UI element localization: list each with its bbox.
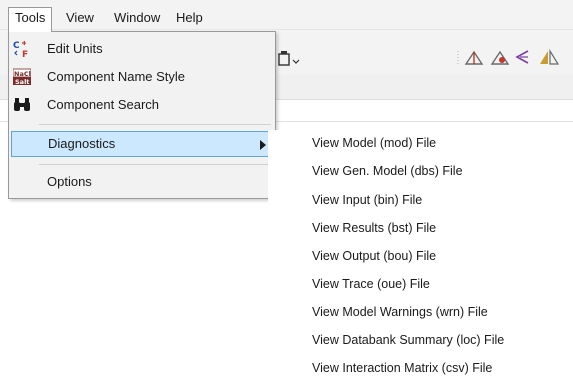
- menu-separator: [39, 164, 271, 165]
- svg-text:C: C: [13, 41, 20, 51]
- submenu-item-view-output-file[interactable]: View Output (bou) File: [312, 243, 436, 270]
- svg-text:Salt: Salt: [15, 78, 29, 86]
- binoculars-icon: [13, 96, 31, 114]
- submenu-item-view-databank-summary-file[interactable]: View Databank Summary (loc) File: [312, 327, 504, 354]
- submenu-item-view-model-warnings-file[interactable]: View Model Warnings (wrn) File: [312, 299, 488, 326]
- submenu-item-view-results-file[interactable]: View Results (bst) File: [312, 215, 436, 242]
- submenu-item-view-input-file[interactable]: View Input (bin) File: [312, 187, 422, 214]
- menu-item-options[interactable]: Options: [9, 169, 275, 195]
- submenu-arrow-icon: [260, 140, 266, 150]
- submenu-item-view-model-file[interactable]: View Model (mod) File: [312, 130, 436, 157]
- menu-window[interactable]: Window: [108, 8, 166, 28]
- menu-item-label: Component Search: [47, 97, 160, 112]
- menu-item-diagnostics[interactable]: Diagnostics: [11, 131, 273, 157]
- menu-item-edit-units[interactable]: C F Edit Units: [9, 36, 275, 62]
- menu-view[interactable]: View: [60, 8, 100, 28]
- svg-text:F: F: [22, 50, 28, 58]
- submenu-item-view-interaction-matrix-file[interactable]: View Interaction Matrix (csv) File: [312, 355, 492, 378]
- tools-menu: C F Edit Units NaCl Salt Component Name …: [8, 31, 276, 199]
- menu-tools[interactable]: Tools: [8, 7, 53, 32]
- submenu-item-view-trace-file[interactable]: View Trace (oue) File: [312, 271, 430, 298]
- triangle-icon[interactable]: [538, 48, 560, 70]
- valve-icon[interactable]: [514, 48, 532, 70]
- menu-separator: [39, 124, 271, 125]
- menu-item-label: Edit Units: [47, 41, 103, 56]
- menu-item-component-name-style[interactable]: NaCl Salt Component Name Style: [9, 64, 275, 90]
- name-style-icon: NaCl Salt: [12, 68, 32, 86]
- menu-help[interactable]: Help: [170, 8, 209, 28]
- edit-units-icon: C F: [13, 40, 31, 60]
- submenu-item-view-gen-model-file[interactable]: View Gen. Model (dbs) File: [312, 158, 463, 185]
- pressure-relief-icon[interactable]: [464, 48, 484, 70]
- menu-item-label: Diagnostics: [48, 136, 116, 151]
- menu-bar: Tools View Window Help: [0, 0, 573, 32]
- diagnostics-submenu: View Model (mod) File View Gen. Model (d…: [268, 130, 573, 378]
- toolbar-separator: [456, 50, 460, 72]
- svg-text:NaCl: NaCl: [14, 70, 31, 78]
- menu-item-label: Options: [47, 174, 92, 189]
- menu-item-component-search[interactable]: Component Search: [9, 92, 275, 118]
- copy-icon[interactable]: [278, 50, 300, 72]
- menu-item-label: Component Name Style: [47, 69, 186, 84]
- flare-icon[interactable]: [490, 48, 510, 70]
